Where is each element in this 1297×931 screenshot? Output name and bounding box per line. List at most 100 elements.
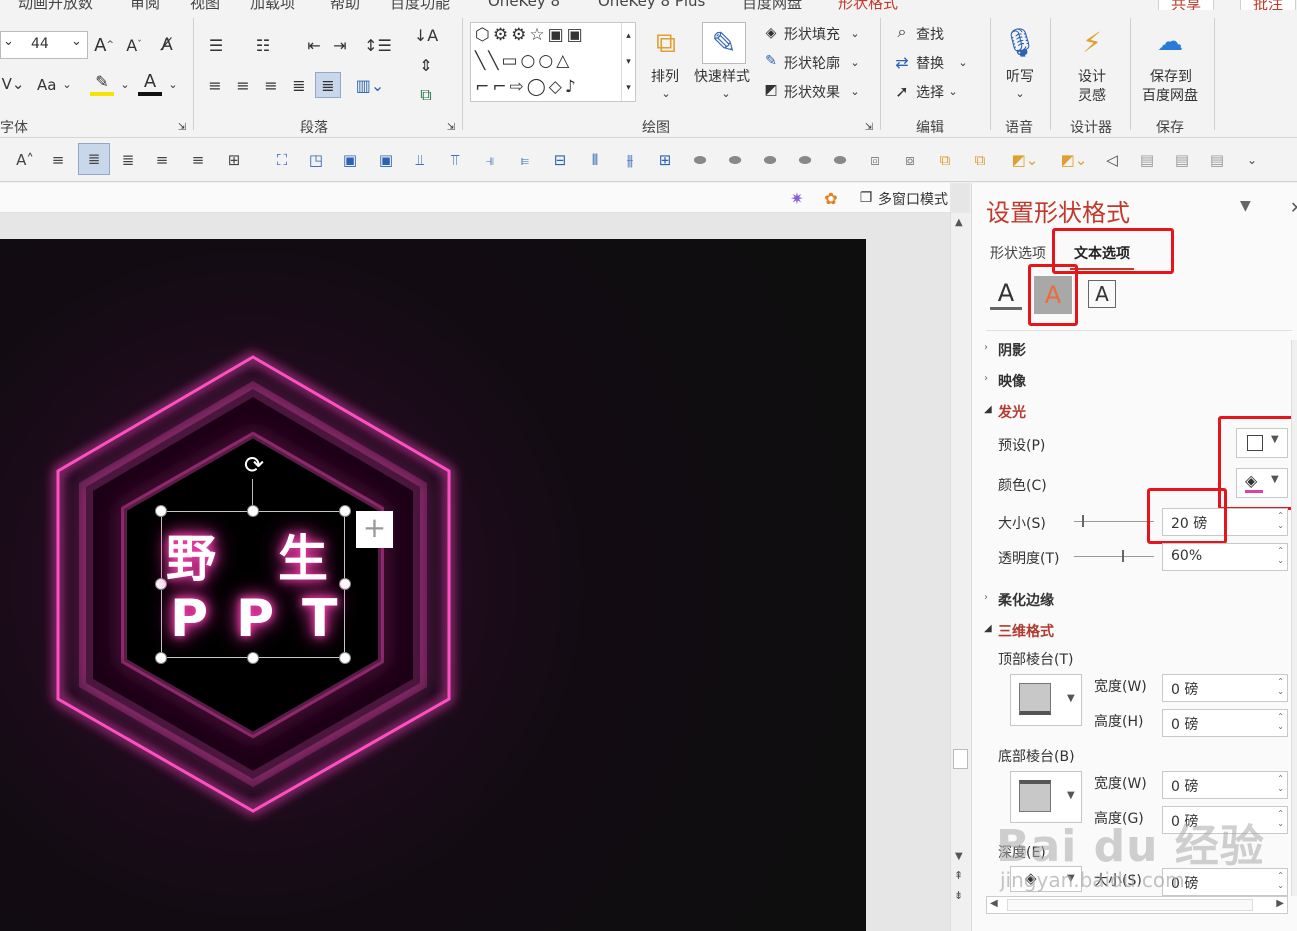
share-button[interactable]: 共享 [1158,0,1215,10]
align-bottom-icon[interactable]: ⫫ [408,148,432,172]
arrange-button[interactable]: 排列 [651,66,679,86]
distributed-quick-icon[interactable]: ≣ [78,143,110,175]
canvas-vertical-scrollbar[interactable]: ▲ ▼ ⇞ ⇟ [950,213,970,931]
top-bevel-width-input[interactable]: 0 磅 ⌃ ⌄ [1162,674,1288,702]
merge-intersect-icon[interactable]: ⬬ [793,148,817,172]
align-left-shape-icon[interactable]: ⫢ [513,148,537,172]
tab-addins[interactable]: 加载项 [250,0,295,10]
line-spacing-icon[interactable]: ↕☰ [360,32,396,58]
section-soft-edges[interactable]: 柔化边缘 [998,590,1054,610]
resize-handle[interactable] [339,505,351,517]
shapes-gallery-scroll[interactable]: ▴ ▾ ▾ [621,23,635,101]
align-top-icon[interactable]: ⫪ [443,148,467,172]
distributed-icon[interactable]: ≣ [315,72,341,98]
shape-fill-dropdown-icon[interactable]: ⌄ [848,26,862,40]
header-layout-icon[interactable]: ▤ [1135,148,1159,172]
scroll-thumb[interactable] [953,749,968,769]
next-slide-icon[interactable]: ⇟ [954,889,963,902]
tab-baidu-netdisk[interactable]: 百度网盘 [742,0,802,10]
change-case-dropdown-icon[interactable]: ⌄ [60,74,74,94]
footer-layout-icon[interactable]: ▤ [1170,148,1194,172]
reflection-expand-icon[interactable]: › [984,373,988,384]
columns-icon[interactable]: ▥⌄ [352,72,388,98]
merge-subtract-icon[interactable]: ⬬ [828,148,852,172]
tab-onekey8[interactable]: OneKey 8 [488,0,560,10]
slide[interactable]: ⟳ + 野 生 P P T [0,239,866,931]
font-size-combo[interactable]: ⌄ 44 ⌄ [0,31,88,59]
scroll-down-icon[interactable]: ▼ [955,851,963,862]
glow-size-slider-thumb[interactable] [1082,515,1084,527]
justify-quick-icon[interactable]: ≣ [116,148,140,172]
spin-buttons[interactable]: ⌃ ⌄ [1277,774,1284,794]
spin-buttons[interactable]: ⌃ ⌄ [1277,712,1284,732]
gear-icon[interactable]: ✿ [820,187,842,209]
numbering-icon[interactable]: ☷ [250,32,276,58]
replace-dropdown-icon[interactable]: ⌄ [956,55,970,69]
select-button[interactable]: 选择 [916,82,944,102]
comments-button[interactable]: 批注 [1240,0,1297,10]
panel-options-dropdown-icon[interactable]: ▼ [1240,198,1251,214]
merge-fragment-icon[interactable]: ⬬ [758,148,782,172]
h-scroll-thumb[interactable] [1007,899,1253,911]
shape-outline-button[interactable]: 形状轮廓 [784,53,840,73]
clear-format-icon[interactable]: A̸ [155,33,179,57]
textbox-fit-icon[interactable]: ▣ [374,148,398,172]
group-objects-icon[interactable]: ⧈ [863,148,887,172]
layout-options-button[interactable]: + [356,511,393,548]
highlight-dropdown-icon[interactable]: ⌄ [118,74,132,94]
highlight-color-icon[interactable]: ✎ [90,70,114,96]
glow-size-slider[interactable] [1074,521,1154,522]
tab-review[interactable]: 审阅 [130,0,160,10]
align-center-quick-icon[interactable]: ≡ [150,148,174,172]
font-color-icon[interactable]: A [138,70,162,96]
select-dropdown-icon[interactable]: ⌄ [946,84,960,98]
slide-text-line1[interactable]: 野 生 [166,519,342,588]
slide-text-line2[interactable]: P P T [170,589,346,653]
customize-toolbar-icon[interactable]: ⌄ [1240,148,1264,172]
paragraph-dialog-launcher-icon[interactable]: ⇲ [444,120,458,134]
text-direction-icon[interactable]: ↓A [408,22,444,48]
tab-shape-options[interactable]: 形状选项 [990,243,1046,263]
top-bevel-height-input[interactable]: 0 磅 ⌃ ⌄ [1162,709,1288,737]
section-reflection[interactable]: 映像 [998,371,1026,391]
resize-handle[interactable] [247,652,259,664]
replace-button[interactable]: 替换 [916,53,944,73]
align-text-icon[interactable]: ⇕ [408,52,444,78]
shape-effects-button[interactable]: 形状效果 [784,82,840,102]
align-center-icon[interactable]: ≡ [231,72,255,98]
multi-window-button[interactable]: 多窗口模式 [878,189,948,209]
panel-close-icon[interactable]: ✕ [1290,198,1297,217]
change-case-button[interactable]: Aa [37,76,56,94]
justify-icon[interactable]: ≣ [287,72,311,98]
dictate-button[interactable]: 听写 [1006,66,1034,86]
design-ideas-button-line2[interactable]: 灵感 [1078,85,1106,105]
grow-font-quick-icon[interactable]: A˄ [13,148,37,172]
dictate-dropdown-icon[interactable]: ⌄ [1008,86,1032,100]
font-color-dropdown-icon[interactable]: ⌄ [166,74,180,94]
spin-buttons[interactable]: ⌃ ⌄ [1277,871,1284,891]
glow-transparency-slider[interactable] [1074,556,1154,557]
save-to-netdisk-button-line2[interactable]: 百度网盘 [1142,85,1198,105]
rotate-handle-icon[interactable]: ⟳ [240,451,268,479]
section-shadow[interactable]: 阴影 [998,340,1026,360]
find-button[interactable]: 查找 [916,24,944,44]
resize-handle[interactable] [155,652,167,664]
tab-shape-format[interactable]: 形状格式 [838,0,898,10]
textbox-icon[interactable]: ▣ [338,148,362,172]
tab-baidu-features[interactable]: 百度功能 [390,0,450,10]
resize-handle[interactable] [339,652,351,664]
smartart-icon[interactable]: ⧉ [408,82,444,108]
drawing-dialog-launcher-icon[interactable]: ⇲ [862,120,876,134]
quick-styles-dropdown-icon[interactable]: ⌄ [714,86,738,100]
grow-font-icon[interactable]: A ^ [92,33,116,57]
ungroup-objects-icon[interactable]: ⧇ [898,148,922,172]
edit-points-icon[interactable]: ⛶ [270,148,294,172]
bring-to-front-icon[interactable]: ◩⌄ [1003,148,1047,172]
spin-buttons[interactable]: ⌃ ⌄ [1277,546,1284,566]
align-right-icon[interactable]: ≡ [259,72,283,98]
merge-combine-icon[interactable]: ⬬ [723,148,747,172]
shadow-expand-icon[interactable]: › [984,342,988,353]
font-dialog-launcher-icon[interactable]: ⇲ [175,120,189,134]
tab-onekey8-plus[interactable]: OneKey 8 Plus [598,0,705,10]
arrow-left-icon[interactable]: ◁ [1100,148,1124,172]
